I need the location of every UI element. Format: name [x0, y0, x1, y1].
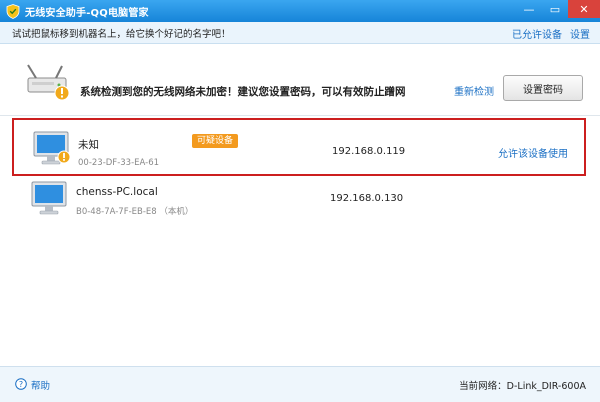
close-button[interactable]: ✕	[568, 0, 600, 18]
allow-device-link[interactable]: 允许该设备使用	[498, 145, 568, 160]
tip-links: 已允许设备 设置	[512, 26, 590, 41]
help-link[interactable]: 帮助	[31, 378, 50, 392]
title-bar: 无线安全助手-QQ电脑管家 — ▭ ✕	[0, 0, 600, 22]
rescan-link[interactable]: 重新检测	[454, 83, 494, 98]
security-warning: 系统检测到您的无线网络未加密！建议您设置密码，可以有效防止蹭网 重新检测 设置密…	[0, 44, 600, 116]
set-password-button[interactable]: 设置密码	[503, 75, 583, 101]
warning-icon	[57, 150, 71, 164]
window-title: 无线安全助手-QQ电脑管家	[25, 7, 149, 19]
device-row[interactable]: 未知 00-23-DF-33-EA-61 可疑设备 192.168.0.119 …	[12, 118, 586, 176]
allowed-devices-link[interactable]: 已允许设备	[512, 26, 562, 41]
warning-icon	[54, 85, 70, 101]
help-icon[interactable]: ?	[15, 378, 27, 390]
tip-text: 试试把鼠标移到机器名上，给它换个好记的名字吧！	[12, 28, 231, 40]
device-ip: 192.168.0.130	[330, 193, 404, 204]
shield-icon	[6, 3, 20, 19]
monitor-icon	[31, 181, 67, 215]
svg-text:?: ?	[19, 380, 23, 389]
warning-message: 系统检测到您的无线网络未加密！建议您设置密码，可以有效防止蹭网	[80, 86, 406, 98]
device-name[interactable]: chenss-PC.local	[76, 186, 158, 198]
device-mac: 00-23-DF-33-EA-61	[78, 158, 160, 168]
tip-bar: 试试把鼠标移到机器名上，给它换个好记的名字吧！ 已允许设备 设置	[0, 22, 600, 44]
monitor-icon	[33, 131, 71, 165]
device-row[interactable]: chenss-PC.local B0-48-7A-7F-EB-E8 （本机） 1…	[12, 174, 586, 232]
router-icon	[27, 64, 70, 101]
restore-button[interactable]: ▭	[542, 0, 568, 18]
settings-link[interactable]: 设置	[570, 26, 590, 41]
current-network-label: 当前网络：	[459, 381, 507, 392]
device-mac: B0-48-7A-7F-EB-E8 （本机）	[76, 207, 194, 217]
current-network: 当前网络：D-Link_DIR-600A	[459, 378, 586, 392]
minimize-button[interactable]: —	[516, 0, 542, 18]
suspect-badge: 可疑设备	[192, 134, 239, 148]
device-ip: 192.168.0.119	[332, 146, 406, 157]
window-controls: — ▭ ✕	[516, 0, 600, 20]
current-network-ssid: D-Link_DIR-600A	[506, 381, 586, 392]
device-name[interactable]: 未知	[78, 137, 99, 152]
status-bar: ? 帮助 当前网络：D-Link_DIR-600A	[0, 366, 600, 402]
